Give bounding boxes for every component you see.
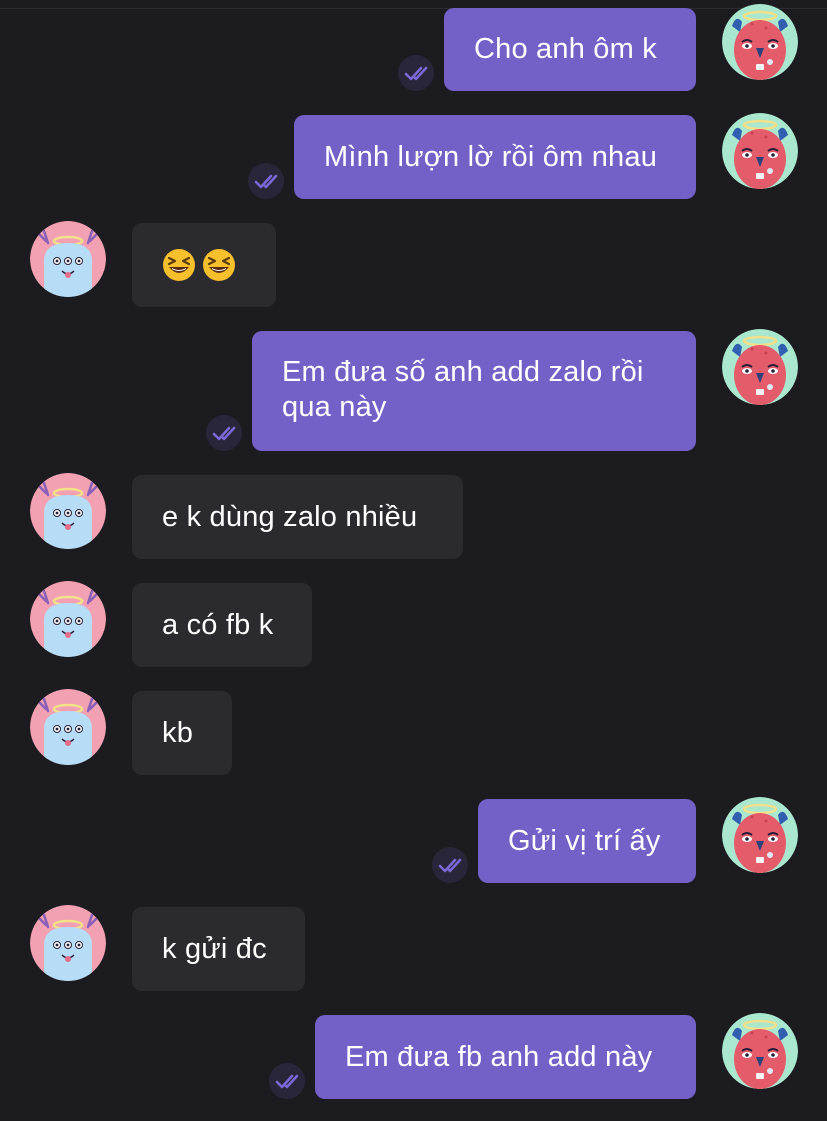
message-bubble-sent[interactable]: Em đưa số anh add zalo rồi qua này xyxy=(252,331,696,451)
message-bubble-received[interactable]: a có fb k xyxy=(132,583,312,667)
contact-avatar[interactable] xyxy=(30,473,106,549)
double-check-icon xyxy=(206,415,242,451)
my-avatar[interactable] xyxy=(722,4,798,80)
double-check-icon xyxy=(398,55,434,91)
grinning-squinting-face-icon xyxy=(202,248,236,282)
contact-avatar[interactable] xyxy=(30,581,106,657)
contact-avatar[interactable] xyxy=(30,689,106,765)
contact-avatar[interactable] xyxy=(30,221,106,297)
message-text: Mình lượn lờ rồi ôm nhau xyxy=(324,140,658,173)
message-bubble-received[interactable]: e k dùng zalo nhiều xyxy=(132,475,463,559)
double-check-icon xyxy=(432,847,468,883)
my-avatar[interactable] xyxy=(722,329,798,405)
message-text: Cho anh ôm k xyxy=(474,33,657,65)
message-text: kb xyxy=(162,716,194,749)
message-bubble-received[interactable]: k gửi đc xyxy=(132,907,305,991)
my-avatar[interactable] xyxy=(722,797,798,873)
double-check-icon xyxy=(269,1063,305,1099)
message-bubble-sent[interactable]: Em đưa fb anh add này xyxy=(315,1015,696,1099)
message-text: e k dùng zalo nhiều xyxy=(162,500,418,533)
message-bubble-received[interactable] xyxy=(132,223,276,307)
message-text: Gửi vị trí ấy xyxy=(508,824,661,857)
message-bubble-sent[interactable]: Mình lượn lờ rồi ôm nhau xyxy=(294,115,696,199)
my-avatar[interactable] xyxy=(722,113,798,189)
message-text-line: Em đưa số anh add zalo rồi xyxy=(282,356,644,388)
message-text-line: qua này xyxy=(282,391,387,423)
contact-avatar[interactable] xyxy=(30,905,106,981)
grinning-squinting-face-icon xyxy=(162,248,196,282)
double-check-icon xyxy=(248,163,284,199)
message-bubble-sent[interactable]: Cho anh ôm k xyxy=(444,8,696,91)
message-bubble-received[interactable]: kb xyxy=(132,691,232,775)
my-avatar[interactable] xyxy=(722,1013,798,1089)
message-text: a có fb k xyxy=(162,608,274,641)
message-text: Em đưa fb anh add này xyxy=(345,1040,653,1073)
message-bubble-sent[interactable]: Gửi vị trí ấy xyxy=(478,799,696,883)
top-divider xyxy=(0,8,827,9)
message-text: k gửi đc xyxy=(162,932,267,965)
